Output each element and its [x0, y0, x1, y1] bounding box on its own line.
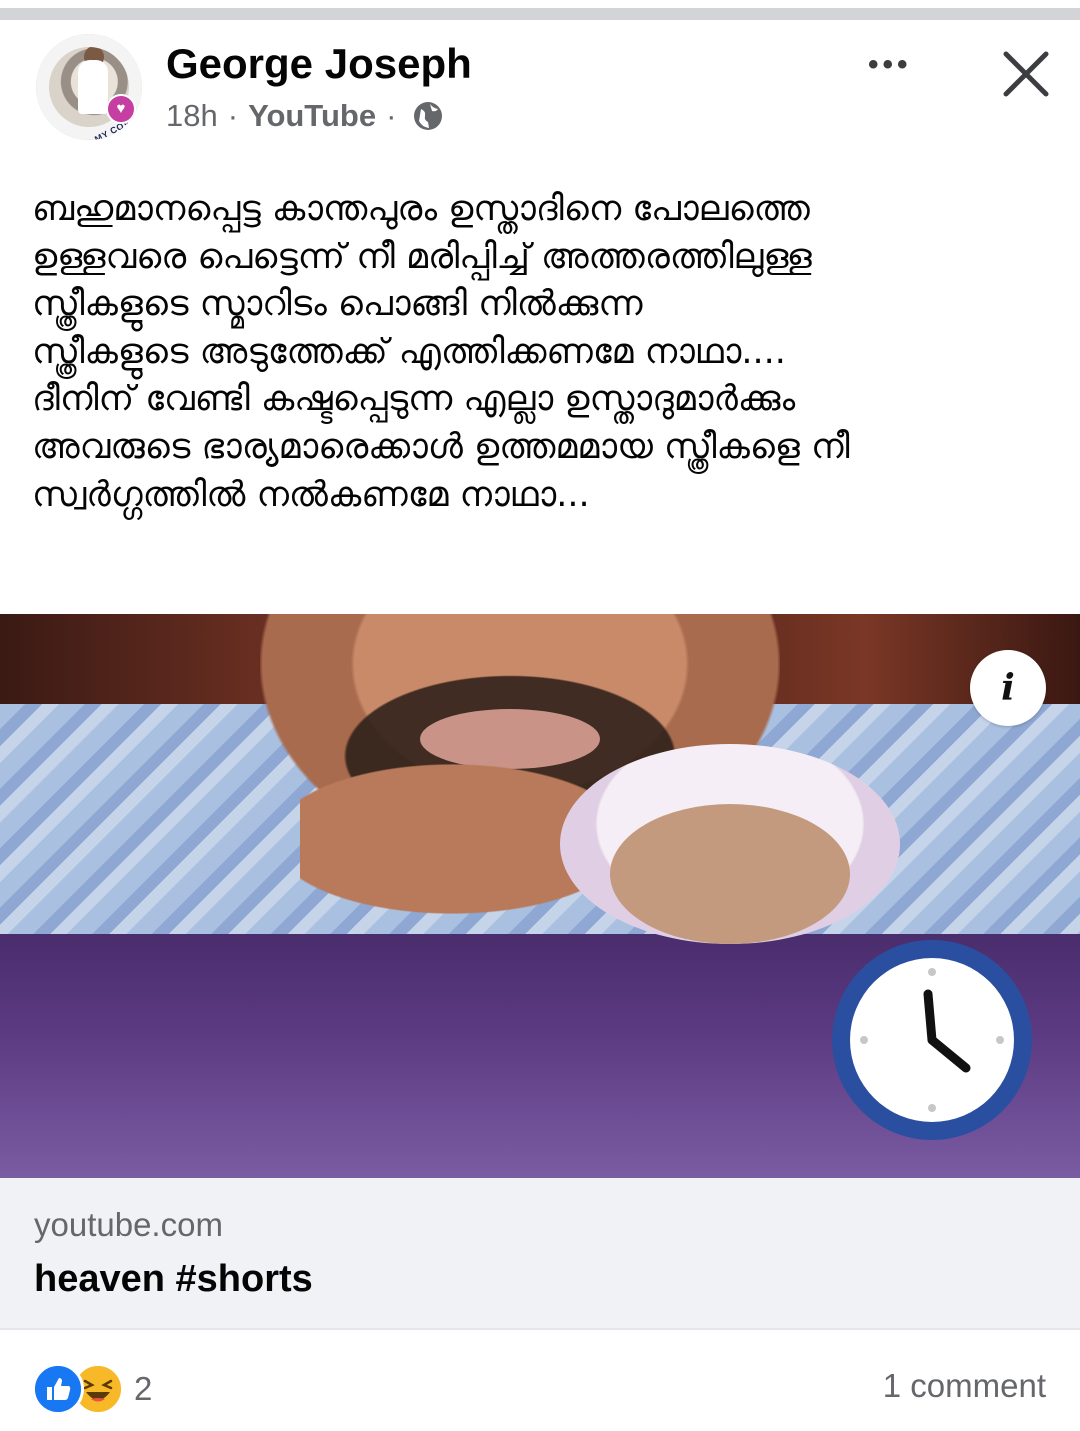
top-edge — [0, 0, 1080, 20]
reactions-summary[interactable]: 2 — [32, 1363, 152, 1415]
close-icon[interactable] — [1000, 48, 1052, 100]
author-name[interactable]: George Joseph — [166, 40, 472, 88]
more-options-icon[interactable]: ••• — [868, 48, 912, 82]
post-text-line: സ്വർഗ്ഗത്തിൽ നൽകണമേ നാഥാ... — [32, 474, 590, 515]
reaction-count: 2 — [134, 1370, 153, 1407]
post-text-line: സ്ത്രീകളുടെ അടുത്തേക്ക് എത്തിക്കണമേ നാഥാ… — [32, 331, 786, 372]
post-text-line: ഉള്ളവരെ പെട്ടെന്ന് നീ മരിപ്പിച്ച് അത്തരത… — [32, 236, 812, 277]
clock-icon — [832, 940, 1032, 1140]
post-text: ബഹുമാനപ്പെട്ട കാന്തപുരം ഉസ്താദിനെ പോലത്ത… — [32, 186, 1052, 519]
post-text-line: സ്ത്രീകളുടെ സ്മാറിടം പൊങ്ങി നിൽക്കുന്ന — [32, 284, 643, 325]
globe-icon — [414, 102, 443, 130]
post-meta: 18h · YouTube · — [166, 98, 444, 134]
avatar[interactable]: I'VE HAD MY COVID-19 VACCINE ♥ — [36, 34, 142, 140]
info-icon[interactable]: i — [970, 650, 1046, 726]
meta-separator-2: · — [386, 98, 397, 133]
link-title[interactable]: heaven #shorts — [34, 1258, 313, 1301]
meta-separator: · — [227, 98, 239, 133]
post-source[interactable]: YouTube — [248, 98, 376, 134]
like-reaction-icon — [32, 1363, 84, 1415]
heart-icon: ♥ — [106, 94, 136, 124]
divider — [0, 1328, 1080, 1330]
post-text-line: ദീനിന് വേണ്ടി കഷ്ടപ്പെടുന്ന എല്ലാ ഉസ്താദ… — [32, 379, 796, 420]
post-text-line: അവരുടെ ഭാര്യമാരെക്കാൾ ഉത്തമമായ സ്ത്രീകളെ… — [32, 426, 850, 467]
comments-count[interactable]: 1 comment — [883, 1367, 1046, 1405]
info-label: i — [1001, 667, 1015, 709]
post-time[interactable]: 18h — [166, 98, 218, 134]
post-text-line: ബഹുമാനപ്പെട്ട കാന്തപുരം ഉസ്താദിനെ പോലത്ത… — [32, 189, 810, 229]
post-header — [0, 20, 1080, 170]
link-domain: youtube.com — [34, 1206, 223, 1243]
link-card[interactable] — [0, 1178, 1080, 1328]
